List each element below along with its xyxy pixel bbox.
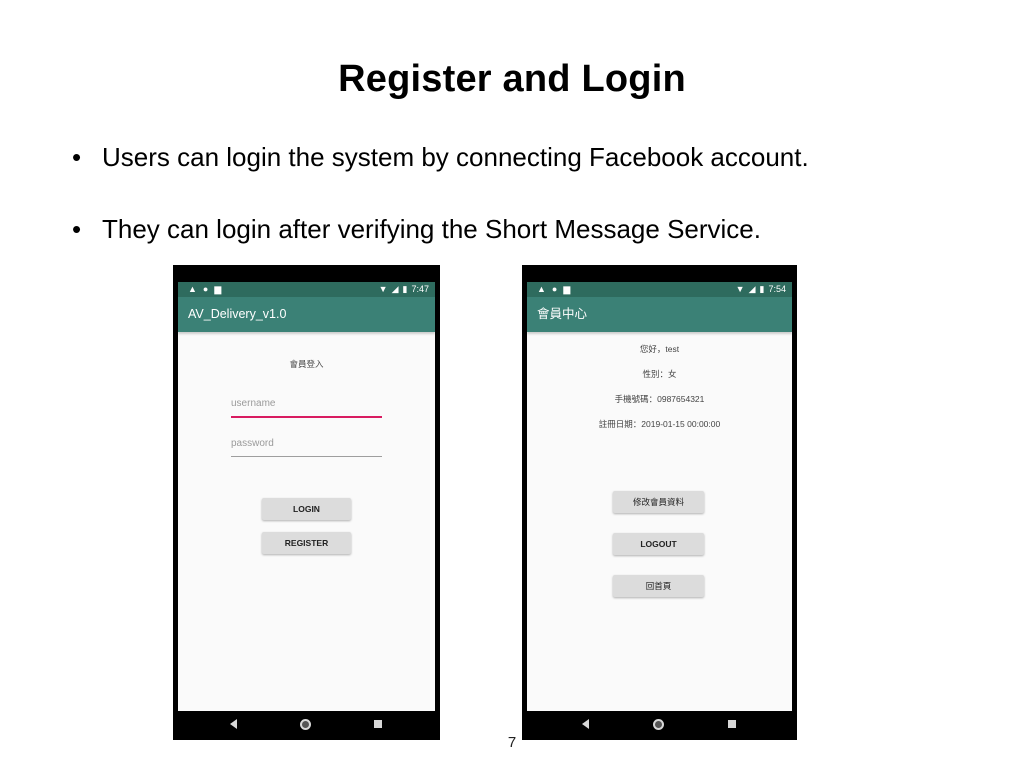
wifi-icon: ▼ bbox=[735, 284, 745, 294]
battery-icon: ▮ bbox=[759, 284, 765, 294]
app-title: 會員中心 bbox=[537, 307, 588, 321]
password-placeholder: password bbox=[231, 438, 274, 449]
username-underline bbox=[231, 416, 382, 418]
page-number: 7 bbox=[507, 734, 517, 751]
back-icon[interactable] bbox=[230, 719, 237, 729]
home-icon[interactable] bbox=[653, 719, 664, 730]
username-field[interactable]: username bbox=[231, 397, 382, 419]
logout-button[interactable]: LOGOUT bbox=[613, 533, 704, 555]
phone-number-text: 手機號碼：0987654321 bbox=[614, 394, 705, 404]
signal-icon: ◢ bbox=[391, 284, 399, 294]
back-icon[interactable] bbox=[582, 719, 589, 729]
nav-bar bbox=[178, 711, 435, 740]
gender-text: 性別：女 bbox=[642, 369, 677, 379]
warning-icon: ▲ bbox=[188, 284, 197, 294]
app-title: AV_Delivery_v1.0 bbox=[188, 307, 287, 321]
bullet-item: • They can login after verifying the Sho… bbox=[72, 212, 809, 246]
password-field[interactable]: password bbox=[231, 437, 382, 459]
register-date-text: 註冊日期：2019-01-15 00:00:00 bbox=[598, 419, 721, 429]
bullet-item: • Users can login the system by connecti… bbox=[72, 140, 809, 174]
password-underline bbox=[231, 456, 382, 457]
wifi-icon: ▼ bbox=[378, 284, 388, 294]
login-phone-screenshot: ▲ ● ▆ ▼ ◢ ▮ 7:47 AV_Delivery_v1.0 會員登入 u… bbox=[173, 265, 440, 740]
nav-bar bbox=[527, 711, 792, 740]
warning-icon: ▲ bbox=[537, 284, 546, 294]
login-screen: ▲ ● ▆ ▼ ◢ ▮ 7:47 AV_Delivery_v1.0 會員登入 u… bbox=[178, 282, 435, 740]
member-screen: ▲ ● ▆ ▼ ◢ ▮ 7:54 會員中心 您好，test 性別：女 手機號碼：… bbox=[527, 282, 792, 740]
bullet-dot-icon: • bbox=[72, 142, 82, 172]
bullet-text: They can login after verifying the Short… bbox=[102, 214, 761, 244]
circle-icon: ● bbox=[202, 284, 209, 294]
login-button[interactable]: LOGIN bbox=[262, 498, 351, 520]
username-placeholder: username bbox=[231, 398, 276, 409]
status-time: 7:54 bbox=[768, 284, 786, 294]
slide-title: Register and Login bbox=[338, 58, 686, 100]
sd-card-icon: ▆ bbox=[563, 284, 571, 294]
sd-card-icon: ▆ bbox=[214, 284, 222, 294]
app-bar: AV_Delivery_v1.0 bbox=[178, 297, 435, 332]
battery-icon: ▮ bbox=[402, 284, 408, 294]
signal-icon: ◢ bbox=[748, 284, 756, 294]
home-icon[interactable] bbox=[300, 719, 311, 730]
register-button[interactable]: REGISTER bbox=[262, 532, 351, 554]
status-bar: ▲ ● ▆ ▼ ◢ ▮ 7:47 bbox=[178, 282, 435, 297]
login-heading: 會員登入 bbox=[289, 359, 324, 369]
status-time: 7:47 bbox=[411, 284, 429, 294]
edit-profile-button[interactable]: 修改會員資料 bbox=[613, 491, 704, 513]
bullet-dot-icon: • bbox=[72, 214, 82, 244]
status-bar: ▲ ● ▆ ▼ ◢ ▮ 7:54 bbox=[527, 282, 792, 297]
recent-apps-icon[interactable] bbox=[728, 720, 736, 728]
greeting-text: 您好，test bbox=[639, 344, 680, 354]
app-bar: 會員中心 bbox=[527, 297, 792, 332]
back-to-home-button[interactable]: 回首頁 bbox=[613, 575, 704, 597]
bullet-list: • Users can login the system by connecti… bbox=[72, 140, 809, 246]
member-phone-screenshot: ▲ ● ▆ ▼ ◢ ▮ 7:54 會員中心 您好，test 性別：女 手機號碼：… bbox=[522, 265, 797, 740]
recent-apps-icon[interactable] bbox=[374, 720, 382, 728]
bullet-text: Users can login the system by connecting… bbox=[102, 142, 809, 172]
circle-icon: ● bbox=[551, 284, 558, 294]
